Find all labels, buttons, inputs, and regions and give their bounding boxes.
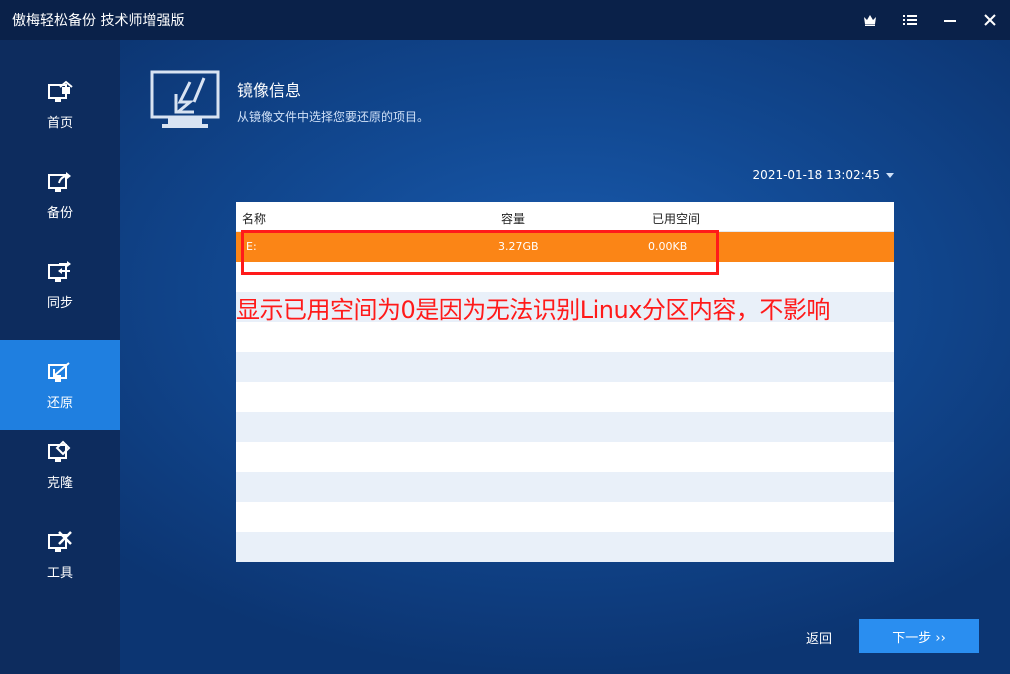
restore-icon [48,361,70,382]
sidebar-item-label: 克隆 [46,475,73,491]
empty-row [236,532,894,562]
sidebar-item-backup[interactable]: 备份 [0,150,120,240]
window-title: 傲梅轻松备份 技术师增强版 [12,13,185,29]
table-header: 名称 容量 已用空间 [236,202,894,232]
main-panel: 镜像信息 从镜像文件中选择您要还原的项目。 2021-01-18 13:02:4… [120,40,1010,674]
sidebar-item-tools[interactable]: 工具 [0,510,120,600]
close-icon[interactable] [970,0,1010,40]
backup-icon [48,171,71,192]
clone-icon [48,440,71,462]
empty-row [236,262,894,292]
sidebar-item-label: 工具 [46,565,73,581]
empty-row [236,412,894,442]
empty-row [236,382,894,412]
table-row[interactable]: E: 3.27GB 0.00KB [236,232,894,262]
tools-icon [48,530,72,552]
empty-row [236,322,894,352]
sidebar-item-label: 首页 [46,115,73,131]
home-icon [48,80,73,102]
cell-name: E: [246,240,257,253]
empty-row [236,502,894,532]
chevron-down-icon [886,172,894,178]
back-button[interactable]: 返回 [806,628,832,647]
partition-table: 名称 容量 已用空间 E: 3.27GB 0.00KB [236,202,894,562]
empty-row [236,442,894,472]
annotation-text: 显示已用空间为0是因为无法识别Linux分区内容，不影响 [236,296,830,324]
sync-icon [48,260,71,282]
sidebar-item-label: 同步 [46,295,73,311]
crown-icon[interactable] [850,0,890,40]
sidebar: 首页 备份 同步 还原 克隆 工具 [0,40,120,674]
cell-capacity: 3.27GB [498,240,539,253]
cell-used: 0.00KB [648,240,688,253]
sidebar-item-restore[interactable]: 还原 [0,340,120,430]
column-header-capacity: 容量 [501,212,526,226]
sidebar-item-sync[interactable]: 同步 [0,240,120,330]
title-bar: 傲梅轻松备份 技术师增强版 [0,0,1010,40]
sidebar-item-label: 还原 [46,395,73,411]
backup-point-value: 2021-01-18 13:02:45 [752,168,880,182]
sidebar-item-clone[interactable]: 克隆 [0,420,120,510]
next-button[interactable]: 下一步 ›› [859,619,979,653]
column-header-used: 已用空间 [652,212,701,226]
page-title: 镜像信息 [237,81,302,100]
image-info-icon [150,70,220,128]
sidebar-item-home[interactable]: 首页 [0,60,120,150]
page-subtitle: 从镜像文件中选择您要还原的项目。 [237,110,430,124]
window-controls [850,0,1010,40]
empty-row [236,352,894,382]
minimize-icon[interactable] [930,0,970,40]
empty-row [236,472,894,502]
menu-icon[interactable] [890,0,930,40]
column-header-name: 名称 [242,212,267,226]
backup-point-dropdown[interactable]: 2021-01-18 13:02:45 [753,168,894,182]
sidebar-item-label: 备份 [46,205,73,221]
